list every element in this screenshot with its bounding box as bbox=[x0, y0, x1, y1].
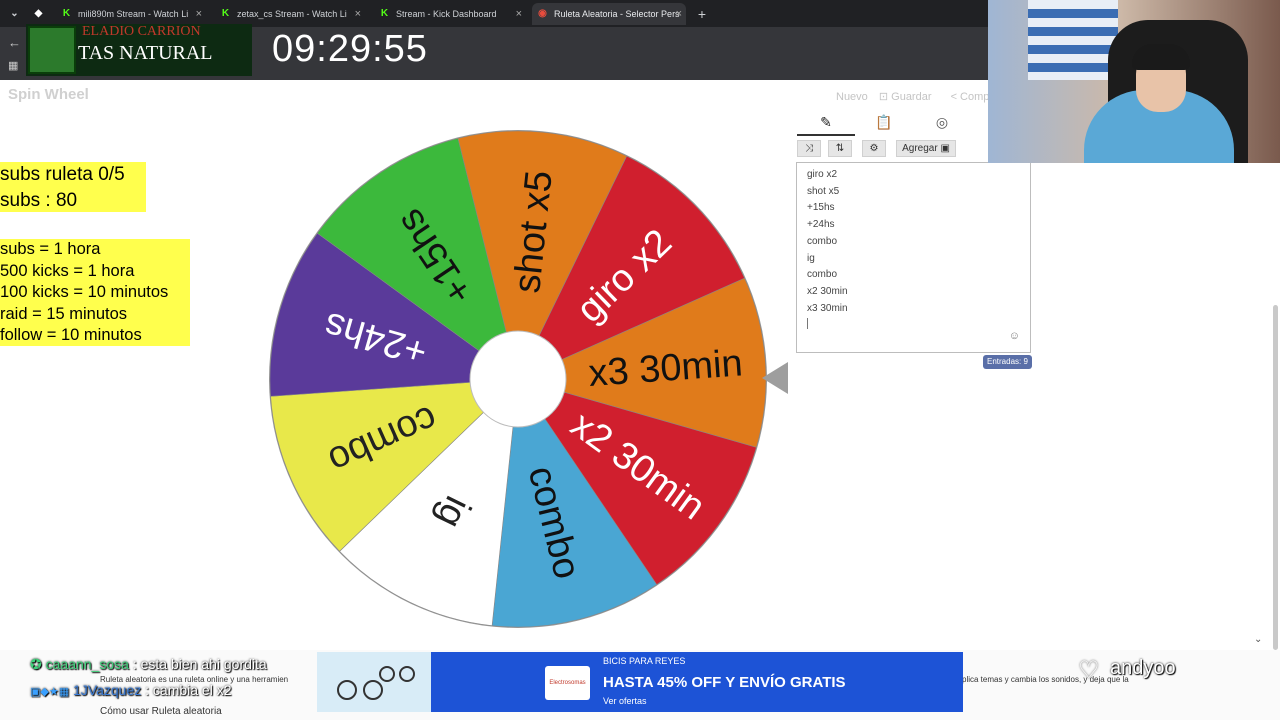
close-icon[interactable]: × bbox=[355, 3, 361, 25]
advertisement-banner[interactable]: Electrosomas BICIS PARA REYES HASTA 45% … bbox=[317, 652, 963, 712]
info-line: subs : 80 bbox=[0, 190, 78, 211]
badges-icon: ▣◆★▦ bbox=[30, 686, 70, 698]
back-arrow-icon[interactable]: ← bbox=[8, 35, 21, 50]
entry-line: x3 30min bbox=[807, 302, 848, 314]
pinned-favicon-icon: ◆ bbox=[34, 8, 43, 19]
panel-tabs: ✎ 📋 ◎ bbox=[797, 114, 985, 136]
entry-line: combo bbox=[807, 235, 838, 247]
chat-message: ▣◆★▦ 1JVazquez : cambia el x2 bbox=[30, 682, 232, 698]
streamer-hair bbox=[1132, 44, 1190, 70]
bicycle-icon bbox=[337, 666, 415, 700]
spin-wheel[interactable]: x3 30minx2 30mincomboigcombo+24hs+15hs sh… bbox=[268, 129, 768, 629]
entry-line: x2 30min bbox=[807, 285, 848, 297]
wheel-center-button[interactable] bbox=[469, 330, 567, 428]
tab-results[interactable]: 📋 bbox=[855, 114, 913, 136]
settings-button[interactable]: ⚙ bbox=[862, 140, 886, 157]
emoji-icon[interactable]: ☺ bbox=[1009, 330, 1020, 342]
screen: ⌄ ◆ K mili890m Stream - Watch Li × K zet… bbox=[0, 0, 1280, 720]
spin-wheel-logo[interactable]: Spin Wheel bbox=[8, 86, 89, 103]
ad-brand-logo: Electrosomas bbox=[545, 666, 590, 700]
info-line: subs ruleta 0/5 bbox=[0, 164, 125, 185]
wheel-pointer-icon bbox=[762, 362, 788, 394]
page-scrollbar[interactable] bbox=[1273, 305, 1278, 650]
chat-text: : cambia el x2 bbox=[145, 682, 232, 698]
wheel-favicon-icon: ◉ bbox=[538, 8, 547, 19]
flag-decoration bbox=[1028, 0, 1118, 80]
stream-clock: 09:29:55 bbox=[272, 28, 428, 70]
pencil-icon: ✎ bbox=[820, 114, 832, 130]
close-icon[interactable]: × bbox=[516, 3, 522, 25]
eye-slash-icon: ◎ bbox=[935, 114, 949, 130]
top-actions: Nuevo ⊡ Guardar < Compa bbox=[836, 90, 1012, 103]
clipboard-icon: 📋 bbox=[875, 114, 893, 130]
text-caret bbox=[807, 318, 808, 329]
tab-title: mili890m Stream - Watch Li bbox=[78, 9, 189, 19]
tab-title: Ruleta Aleatoria - Selector Pers bbox=[554, 9, 680, 19]
kick-icon: K bbox=[380, 8, 389, 19]
shuffle-icon: ⤨ bbox=[805, 143, 813, 154]
entry-line: ig bbox=[807, 252, 815, 264]
chat-text: : esta bien ahi gordita bbox=[132, 656, 267, 672]
kick-icon: K bbox=[221, 8, 230, 19]
tab-title: zetax_cs Stream - Watch Li bbox=[237, 9, 347, 19]
chevron-down-icon: ⌄ bbox=[10, 8, 19, 19]
entries-textarea[interactable]: giro x2 shot x5 +15hs +24hs combo ig combo x2 3… bbox=[796, 162, 1031, 353]
new-button[interactable]: Nuevo bbox=[836, 91, 868, 103]
chevron-down-icon[interactable]: ⌄ bbox=[1254, 634, 1262, 645]
page-heading: Cómo usar Ruleta aleatoria bbox=[100, 706, 222, 717]
info-line: raid = 15 minutos bbox=[0, 304, 128, 323]
close-icon[interactable]: × bbox=[196, 3, 202, 25]
info-line: subs = 1 hora bbox=[0, 240, 101, 258]
banner-song: TAS NATURAL bbox=[78, 42, 213, 64]
entries-count-badge: Entradas: 9 bbox=[983, 355, 1032, 369]
banner-artist: ELADIO CARRION bbox=[82, 24, 201, 39]
chat-username: 1JVazquez bbox=[73, 682, 142, 698]
pinned-tab[interactable]: ◆ bbox=[28, 3, 52, 25]
tab-zetax[interactable]: K zetax_cs Stream - Watch Li × bbox=[215, 3, 365, 25]
entry-line: +24hs bbox=[807, 219, 835, 231]
tab-ruleta-aleatoria[interactable]: ◉ Ruleta Aleatoria - Selector Pers × bbox=[532, 3, 686, 25]
ad-kicker: BICIS PARA REYES bbox=[603, 656, 686, 666]
sort-icon: ⇅ bbox=[835, 143, 845, 154]
entry-line: shot x5 bbox=[807, 185, 840, 197]
ad-link[interactable]: Ver ofertas bbox=[603, 696, 647, 706]
tab-hide[interactable]: ◎ bbox=[913, 114, 971, 136]
entry-line: +15hs bbox=[807, 202, 835, 214]
rules-box: subs = 1 hora 500 kicks = 1 hora 100 kic… bbox=[0, 239, 190, 346]
gear-icon: ⚙ bbox=[869, 143, 879, 154]
info-line: 500 kicks = 1 hora bbox=[0, 261, 135, 280]
info-line: 100 kicks = 10 minutos bbox=[0, 283, 169, 301]
apps-grid-icon[interactable]: ▦ bbox=[8, 59, 18, 72]
now-playing-banner: ELADIO CARRION TAS NATURAL bbox=[26, 24, 252, 76]
save-button[interactable]: ⊡ Guardar bbox=[879, 91, 940, 103]
info-line: follow = 10 minutos bbox=[0, 326, 142, 344]
badge-icon: ✪ bbox=[30, 656, 42, 672]
heart-icon: ♡ bbox=[1078, 657, 1100, 684]
tab-search-button[interactable]: ⌄ bbox=[4, 3, 22, 25]
save-label: Guardar bbox=[891, 91, 932, 103]
add-image-button[interactable]: Agregar ▣ bbox=[896, 140, 956, 157]
add-button-label: Agregar bbox=[902, 143, 938, 154]
entry-line: combo bbox=[807, 269, 838, 281]
album-art-icon bbox=[28, 26, 76, 74]
streamer-name: andyoo bbox=[1110, 657, 1176, 679]
tab-title: Stream - Kick Dashboard bbox=[396, 9, 497, 19]
shuffle-button[interactable]: ⤨ bbox=[797, 140, 821, 157]
sort-button[interactable]: ⇅ bbox=[828, 140, 852, 157]
subs-ruleta-box: subs ruleta 0/5 subs : 80 bbox=[0, 162, 146, 212]
tab-kick-dashboard[interactable]: K Stream - Kick Dashboard × bbox=[374, 3, 526, 25]
entry-line: giro x2 bbox=[807, 169, 838, 180]
ad-headline: HASTA 45% OFF Y ENVÍO GRATIS bbox=[603, 674, 846, 691]
chat-message: ✪ caaann_sosa : esta bien ahi gordita bbox=[30, 656, 267, 673]
kick-icon: K bbox=[62, 8, 71, 19]
new-tab-button[interactable]: + bbox=[692, 3, 712, 25]
webcam-feed bbox=[988, 0, 1280, 163]
bicycles-image bbox=[317, 652, 431, 712]
close-icon[interactable]: × bbox=[676, 3, 682, 25]
tab-mili890m[interactable]: K mili890m Stream - Watch Li × bbox=[56, 3, 206, 25]
tab-edit-entries[interactable]: ✎ bbox=[797, 114, 855, 136]
chat-username: caaann_sosa bbox=[45, 656, 129, 672]
image-icon: ▣ bbox=[940, 143, 950, 154]
